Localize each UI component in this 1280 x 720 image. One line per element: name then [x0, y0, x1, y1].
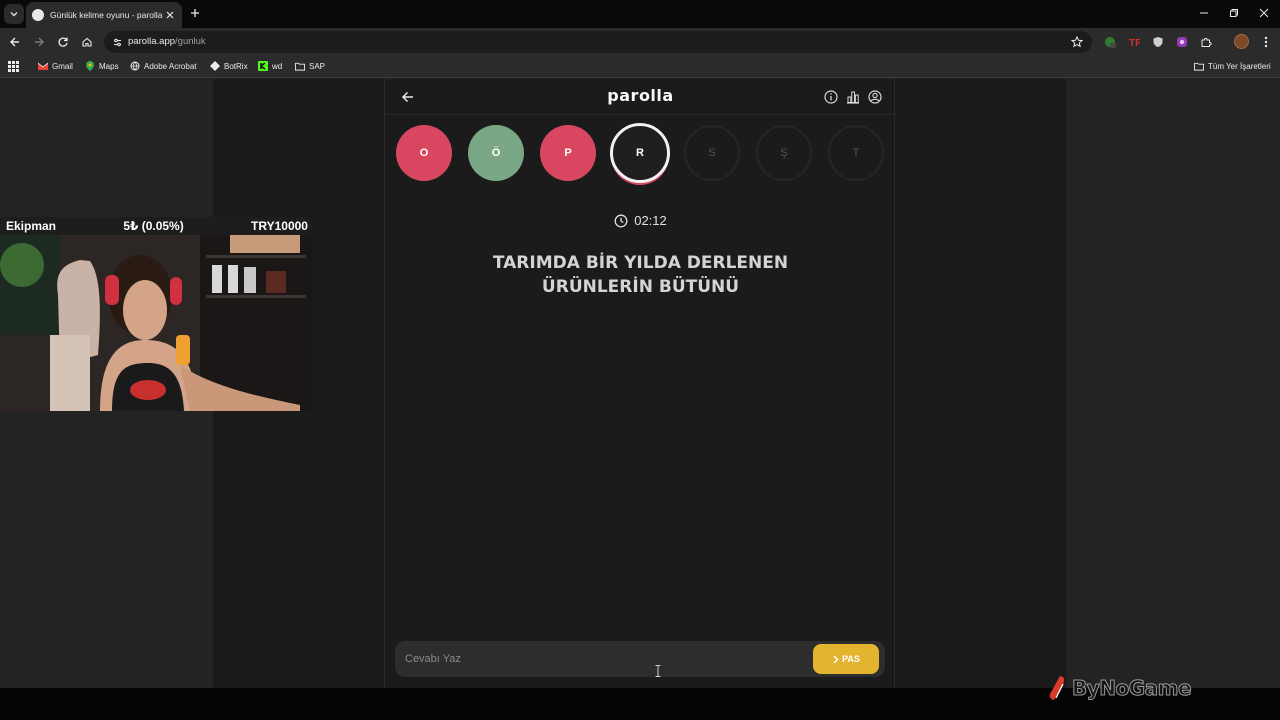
reload-button[interactable] [54, 33, 72, 51]
restore-button[interactable] [1226, 6, 1242, 20]
chevron-down-icon [10, 12, 18, 17]
address-bar[interactable]: parolla.app/gunluk [104, 31, 1092, 53]
home-icon [82, 37, 92, 47]
app-header: parolla [385, 79, 896, 115]
svg-text:TP: TP [1129, 38, 1140, 48]
letter-circle-active[interactable]: R [610, 123, 670, 183]
bookmarks-bar: Gmail Maps Adobe Acrobat BotRix wd SAP T… [0, 56, 1280, 78]
browser-tab[interactable]: Günlük kelime oyunu - parolla [26, 2, 182, 28]
letter-circle[interactable]: O [396, 125, 452, 181]
question-text: TARIMDA BİR YILDA DERLENEN ÜRÜNLERİN BÜT… [425, 251, 856, 299]
bookmark-maps[interactable]: Maps [85, 61, 119, 71]
extension-shield-icon[interactable] [1151, 35, 1165, 49]
bookmark-wd[interactable]: wd [258, 61, 282, 71]
letter-circle[interactable]: P [540, 125, 596, 181]
webcam-feed [0, 235, 312, 411]
tab-search-button[interactable] [4, 4, 24, 24]
letter-circle[interactable]: T [828, 125, 884, 181]
apps-grid-button[interactable] [8, 61, 19, 72]
bookmark-sap[interactable]: SAP [295, 61, 325, 71]
info-icon[interactable] [823, 89, 839, 105]
forward-button[interactable] [30, 33, 48, 51]
maps-pin-icon [85, 61, 95, 71]
timer-value: 02:12 [634, 213, 667, 228]
profile-avatar[interactable] [1234, 34, 1249, 49]
minimize-button[interactable] [1196, 6, 1212, 20]
letter-circle[interactable]: S [684, 125, 740, 181]
letter-circle[interactable]: Ö [468, 125, 524, 181]
answer-input[interactable] [405, 650, 795, 668]
new-tab-button[interactable] [188, 6, 202, 20]
url-text: parolla.app/gunluk [128, 36, 206, 47]
question-line-1: TARIMDA BİR YILDA DERLENEN [492, 253, 789, 273]
browser-window: Günlük kelime oyunu - parolla parolla.ap… [0, 0, 1280, 688]
apps-grid-icon [8, 61, 19, 72]
letter-circle[interactable]: Ş [756, 125, 812, 181]
extensions-puzzle-icon[interactable] [1199, 35, 1213, 49]
kick-icon [258, 61, 268, 71]
plus-icon [191, 9, 199, 17]
arrow-right-icon [35, 37, 44, 47]
gmail-icon [38, 61, 48, 71]
letter-wheel: O Ö P R S Ş T [385, 123, 896, 187]
arrow-left-icon [10, 37, 19, 47]
chevron-right-icon [832, 654, 839, 664]
page-content: parolla O Ö P R S Ş T 02:12 TARIMDA BİR … [0, 79, 1280, 688]
bookmark-botrix[interactable]: BotRix [210, 61, 248, 71]
goal-target: TRY10000 [251, 219, 308, 233]
restore-icon [1230, 9, 1238, 17]
text-cursor-icon [655, 665, 661, 677]
bookmark-gmail[interactable]: Gmail [38, 61, 73, 71]
minimize-icon [1200, 12, 1208, 14]
tab-strip: Günlük kelime oyunu - parolla [0, 0, 1280, 28]
extension-tp-icon[interactable]: TP [1127, 35, 1141, 49]
extension-purple-icon[interactable] [1175, 35, 1189, 49]
pass-button[interactable]: PAS [813, 644, 879, 674]
clock-icon [614, 214, 628, 228]
watermark: ByNoGame [1046, 674, 1192, 702]
site-info-icon[interactable] [110, 35, 124, 49]
app-logo[interactable]: parolla [385, 86, 896, 105]
bynogame-logo-icon [1049, 676, 1065, 700]
page-right-gutter [1066, 79, 1280, 688]
question-line-2: ÜRÜNLERİN BÜTÜNÜ [541, 277, 740, 297]
folder-icon [295, 61, 305, 71]
extension-shield-green-icon[interactable] [1103, 35, 1117, 49]
tab-close-icon[interactable] [164, 9, 176, 21]
close-window-button[interactable] [1256, 6, 1272, 20]
kebab-menu-icon[interactable] [1259, 35, 1273, 49]
watermark-text: ByNoGame [1071, 676, 1192, 701]
user-account-icon[interactable] [867, 89, 883, 105]
bookmark-adobe-acrobat[interactable]: Adobe Acrobat [130, 61, 196, 71]
tab-favicon-icon [32, 9, 44, 21]
countdown-timer: 02:12 [385, 213, 896, 228]
goal-percent: 5₺ (0.05%) [123, 219, 184, 233]
reload-icon [58, 37, 68, 47]
stats-chart-icon[interactable] [845, 89, 861, 105]
parolla-app: parolla O Ö P R S Ş T 02:12 TARIMDA BİR … [384, 79, 896, 688]
tab-title: Günlük kelime oyunu - parolla [50, 10, 163, 20]
folder-icon [1194, 61, 1204, 71]
answer-bar: PAS [395, 641, 885, 677]
webcam-image [0, 235, 312, 411]
goal-name: Ekipman [6, 219, 57, 233]
home-button[interactable] [78, 33, 96, 51]
botrix-icon [210, 61, 220, 71]
back-button[interactable] [6, 33, 24, 51]
close-icon [1259, 8, 1269, 18]
bookmark-star-icon[interactable] [1070, 35, 1084, 49]
browser-toolbar: parolla.app/gunluk TP [0, 28, 1280, 56]
donation-goal-bar: Ekipman 5₺ (0.05%) TRY10000 [0, 217, 312, 235]
globe-icon [130, 61, 140, 71]
all-bookmarks-folder[interactable]: Tüm Yer İşaretleri [1194, 61, 1271, 71]
